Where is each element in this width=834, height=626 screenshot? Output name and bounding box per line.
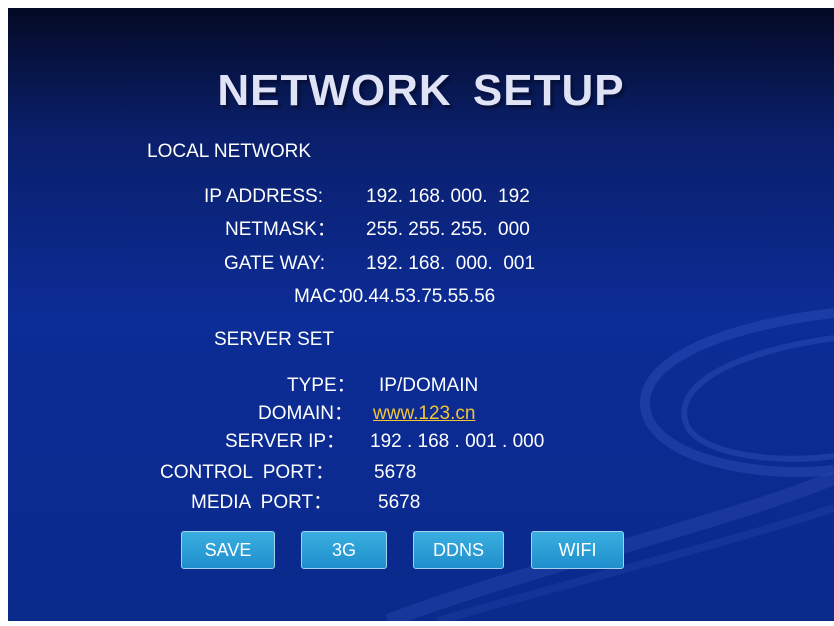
media-port-label: MEDIA PORT： xyxy=(191,492,333,513)
control-port-value[interactable]: 5678 xyxy=(374,462,416,484)
save-button[interactable]: SAVE xyxy=(181,531,275,569)
mac-value[interactable]: 00.44.53.75.55.56 xyxy=(342,286,495,308)
gateway-value[interactable]: 192. 168. 000. 001 xyxy=(366,253,535,275)
server-ip-value[interactable]: 192 . 168 . 001 . 000 xyxy=(370,431,544,453)
ip-address-label: IP ADDRESS: xyxy=(204,186,323,207)
ip-address-value[interactable]: 192. 168. 000. 192 xyxy=(366,186,530,208)
domain-label: DOMAIN： xyxy=(258,403,354,424)
server-ip-label: SERVER IP： xyxy=(225,431,346,452)
netmask-label: NETMASK： xyxy=(225,219,336,240)
control-port-label: CONTROL PORT： xyxy=(160,462,335,483)
3g-button[interactable]: 3G xyxy=(301,531,387,569)
media-port-value[interactable]: 5678 xyxy=(378,492,420,514)
type-label: TYPE： xyxy=(287,375,356,396)
gateway-label: GATE WAY: xyxy=(224,253,325,274)
slide-background: NETWORK SETUP xyxy=(8,8,834,621)
page-title: NETWORK SETUP xyxy=(217,66,625,115)
type-value[interactable]: IP/DOMAIN xyxy=(379,375,478,397)
netmask-value[interactable]: 255. 255. 255. 000 xyxy=(366,219,530,241)
domain-link[interactable]: www.123.cn xyxy=(373,403,475,425)
wifi-button[interactable]: WIFI xyxy=(531,531,624,569)
server-set-heading: SERVER SET xyxy=(214,329,335,350)
ddns-button[interactable]: DDNS xyxy=(413,531,504,569)
local-network-heading: LOCAL NETWORK xyxy=(147,141,311,162)
